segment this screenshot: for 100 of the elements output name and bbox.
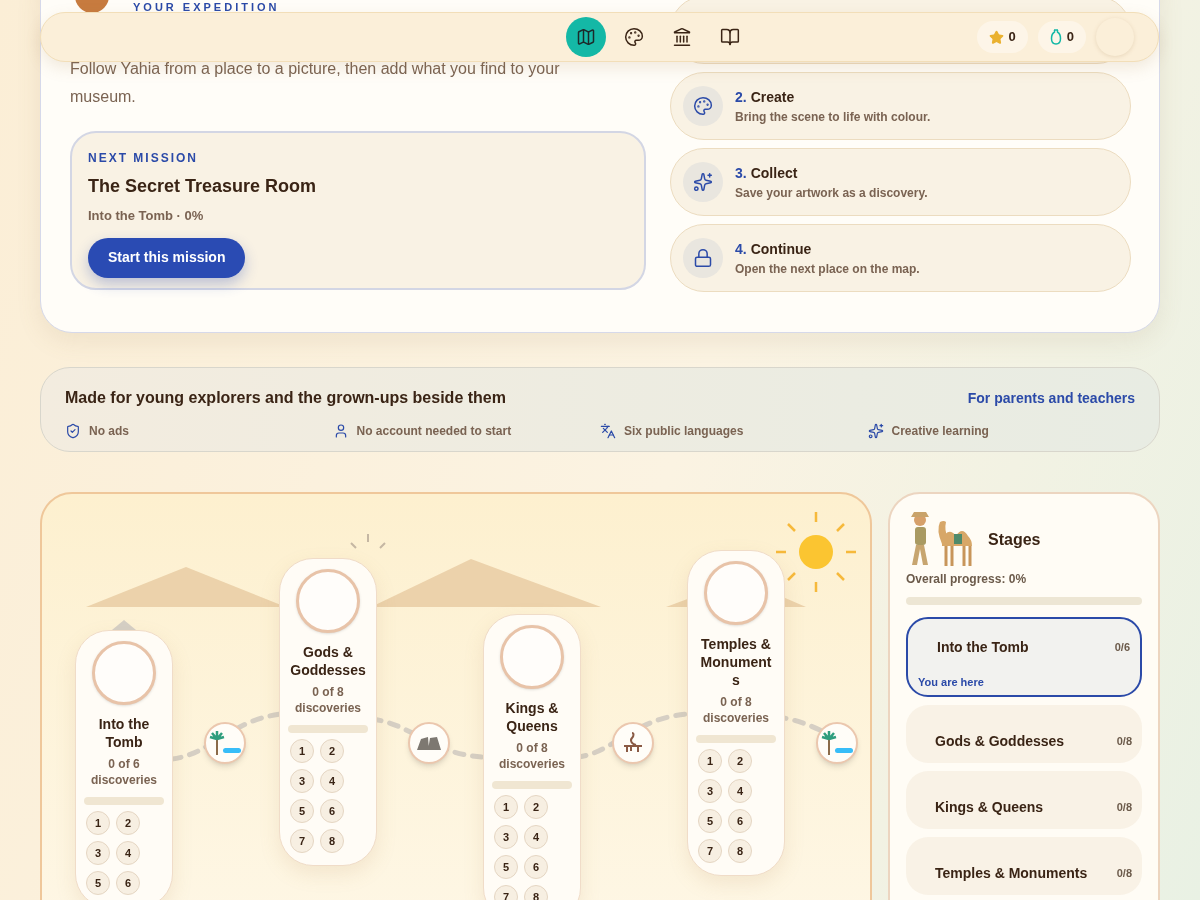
museum-icon	[671, 27, 692, 47]
discovery-slot[interactable]: 2	[116, 811, 140, 835]
start-mission-button[interactable]: Start this mission	[88, 237, 246, 278]
translate-icon	[600, 423, 616, 439]
stage-card[interactable]: Gods & Goddesses 0 of 8 discoveries 1 2 3 4 5 6 7 8	[279, 558, 377, 866]
counter-value: 0	[1066, 28, 1074, 47]
star-icon	[988, 29, 1004, 45]
discovery-slot[interactable]: 1	[698, 749, 722, 773]
stage-name: Kings & Queens	[935, 797, 1044, 817]
palm-oasis-icon	[821, 731, 853, 755]
stage-card[interactable]: Temples & Monuments 0 of 8 discoveries 1 2 3 4 5 6 7 8	[687, 550, 785, 876]
step-number: 4.	[735, 239, 747, 259]
step-title: Create	[750, 87, 795, 107]
step-description: Save your artwork as a discovery.	[735, 184, 928, 202]
step-number: 3.	[735, 163, 747, 183]
palette-icon	[623, 27, 644, 47]
rocks-icon	[416, 736, 442, 750]
mission-meta: Into the Tomb · 0%	[88, 207, 205, 225]
discovery-slot[interactable]: 4	[728, 779, 752, 803]
discovery-slot[interactable]: 7	[290, 829, 314, 853]
discovery-count: 0 of 8 discoveries	[497, 740, 566, 772]
discovery-slot[interactable]: 4	[524, 825, 548, 849]
feature-label: Six public languages	[624, 423, 744, 440]
parents-link[interactable]: For parents and teachers	[967, 387, 1135, 409]
discovery-slot[interactable]: 1	[290, 739, 314, 763]
stage-card[interactable]: Kings & Queens 0 of 8 discoveries 1 2 3 4 5 6 7 8	[483, 614, 581, 900]
stage-list-item[interactable]: Gods & Goddesses 0/8	[906, 705, 1142, 763]
discovery-slot[interactable]: 8	[728, 839, 752, 863]
stage-title: Into the Tomb	[97, 715, 151, 751]
sun-rays-icon	[350, 533, 386, 549]
discovery-slot[interactable]: 6	[728, 809, 752, 833]
step-title: Collect	[750, 163, 798, 183]
stage-title: Kings & Queens	[504, 699, 560, 735]
discovery-slot[interactable]: 5	[494, 855, 518, 879]
trust-title: Made for young explorers and the grown-ups beside them	[65, 388, 506, 408]
map-icon	[575, 27, 596, 47]
stage-title: Gods & Goddesses	[289, 643, 367, 679]
mission-label: NEXT MISSION	[88, 150, 199, 167]
discovery-count: 0 of 8 discoveries	[701, 694, 770, 726]
stage-count: 0/6	[1114, 640, 1130, 656]
discovery-slot[interactable]: 5	[290, 799, 314, 823]
stage-title: Temples & Monuments	[699, 635, 773, 689]
stage-name: Gods & Goddesses	[935, 731, 1065, 751]
discovery-slot[interactable]: 8	[320, 829, 344, 853]
stage-name: Temples & Monuments	[935, 863, 1088, 883]
stage-list-item[interactable]: Temples & Monuments 0/8	[906, 837, 1142, 895]
feature-label: No account needed to start	[356, 423, 512, 440]
discovery-count: 0 of 6 discoveries	[89, 756, 158, 788]
feature-label: Creative learning	[891, 423, 989, 440]
discovery-slot[interactable]: 2	[320, 739, 344, 763]
intro-text: Follow Yahia from a place to a picture, then add what you find to your museum.	[70, 59, 561, 107]
stage-card[interactable]: Into the Tomb 0 of 6 discoveries 1 2 3 4 5 6	[75, 630, 173, 900]
stage-image	[500, 625, 564, 689]
discovery-slot[interactable]: 7	[698, 839, 722, 863]
discovery-slot[interactable]: 5	[698, 809, 722, 833]
stage-count: 0/8	[1116, 799, 1132, 815]
stages-title: Stages	[988, 530, 1041, 550]
discovery-slot[interactable]: 6	[320, 799, 344, 823]
stage-image	[704, 561, 768, 625]
stage-image	[296, 569, 360, 633]
counter-value: 0	[1008, 28, 1016, 47]
sparkles-icon	[683, 162, 723, 202]
eyebrow: YOUR EXPEDITION	[133, 1, 280, 13]
discovery-slot[interactable]: 4	[320, 769, 344, 793]
palm-oasis-icon	[209, 731, 241, 755]
step-description: Bring the scene to life with colour.	[735, 108, 931, 126]
discovery-slot[interactable]: 2	[524, 795, 548, 819]
discovery-slot[interactable]: 3	[290, 769, 314, 793]
sun-icon	[774, 512, 856, 594]
stage-count: 0/8	[1116, 733, 1132, 749]
shield-icon	[65, 423, 81, 439]
stage-image	[92, 641, 156, 705]
sparkles-icon	[867, 423, 884, 439]
discovery-slot[interactable]: 3	[698, 779, 722, 803]
discovery-slot[interactable]: 3	[494, 825, 518, 849]
step-description: Open the next place on the map.	[735, 260, 920, 278]
discovery-slot[interactable]: 4	[116, 841, 140, 865]
discovery-slot[interactable]: 6	[116, 871, 140, 895]
mission-title: The Secret Treasure Room	[88, 175, 318, 198]
stage-name: Into the Tomb	[937, 638, 1029, 658]
nav-tab[interactable]	[565, 17, 606, 57]
feature-label: No ads	[89, 423, 129, 440]
discovery-slot[interactable]: 7	[494, 885, 518, 900]
stage-count: 0/8	[1116, 865, 1132, 881]
current-stage-note: You are here	[917, 675, 985, 691]
step-title: Continue	[750, 239, 812, 259]
lock-icon	[683, 238, 723, 278]
stage-list-item[interactable]: Kings & Queens 0/8	[906, 771, 1142, 829]
discovery-slot[interactable]: 3	[86, 841, 110, 865]
discovery-slot[interactable]: 5	[86, 871, 110, 895]
stage-list-item[interactable]: Into the Tomb 0/6 You are here	[906, 617, 1142, 697]
discovery-slot[interactable]: 6	[524, 855, 548, 879]
step-number: 2.	[735, 87, 747, 107]
discovery-slot[interactable]: 1	[494, 795, 518, 819]
bird-icon	[621, 731, 645, 755]
vase-icon	[1049, 29, 1062, 45]
discovery-slot[interactable]: 1	[86, 811, 110, 835]
discovery-slot[interactable]: 2	[728, 749, 752, 773]
discovery-count: 0 of 8 discoveries	[293, 684, 362, 716]
discovery-slot[interactable]: 8	[524, 885, 548, 900]
